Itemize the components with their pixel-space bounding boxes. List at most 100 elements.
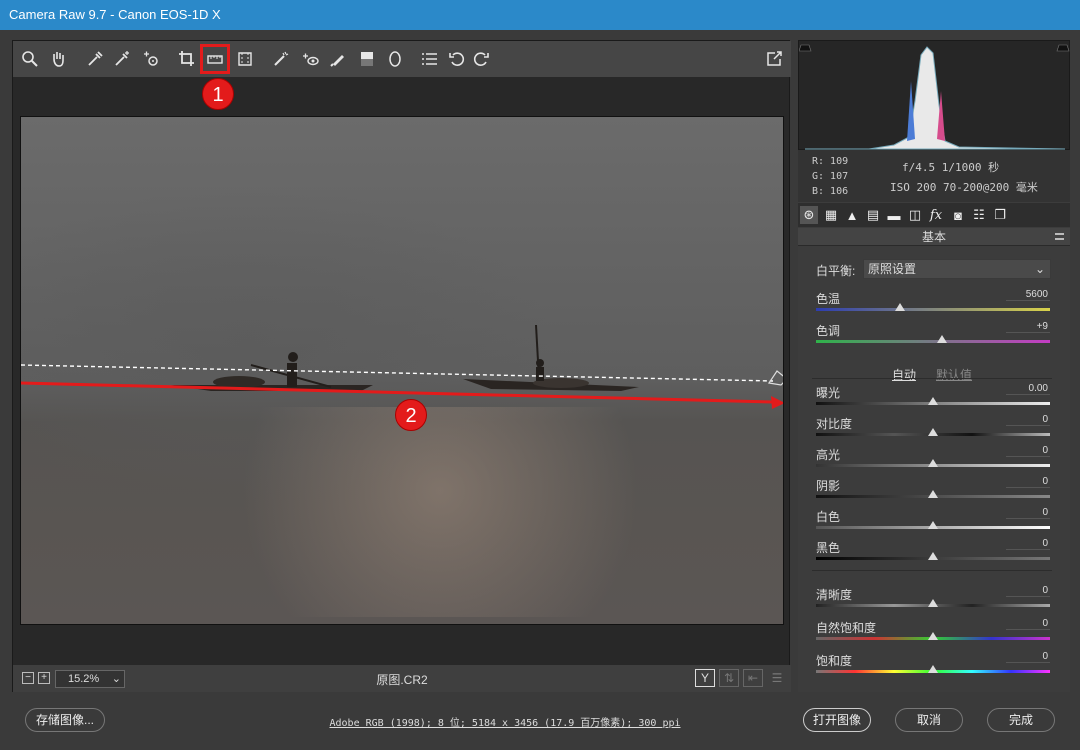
slider-thumb[interactable] (928, 428, 938, 436)
transform-tool-icon[interactable] (233, 47, 257, 71)
spot-removal-tool-icon[interactable] (269, 47, 293, 71)
iso-lens-info: ISO 200 70-200@200 毫米 (890, 181, 1038, 194)
footer: 存储图像... Adobe RGB (1998); 8 位; 5184 x 34… (0, 700, 1080, 750)
tab-tone-curve-icon[interactable]: ▦ (822, 206, 840, 224)
slider-value-field[interactable]: 0 (1006, 414, 1050, 426)
slider-3[interactable]: 对比度 0 (816, 414, 1050, 445)
slider-label: 曝光 (816, 386, 841, 400)
shadow-clipping-warning-icon[interactable] (798, 44, 812, 52)
slider-value-field[interactable]: 0 (1006, 476, 1050, 488)
slider-thumb[interactable] (928, 397, 938, 405)
highlight-clipping-warning-icon[interactable] (1056, 44, 1070, 52)
exposure-info: f/4.5 1/1000 秒 (902, 161, 1000, 174)
bottom-bar: − + 15.2% ⌄ 原图.CR2 Y ⇅ ⇤ ☰ (13, 665, 791, 692)
exif-readout: f/4.5 1/1000 秒 ISO 200 70-200@200 毫米 (880, 158, 1038, 198)
slider-value-field[interactable]: 0.00 (1006, 383, 1050, 395)
boat-right (463, 324, 639, 391)
slider-value-field[interactable]: 0 (1006, 445, 1050, 457)
slider-6[interactable]: 白色 0 (816, 507, 1050, 538)
slider-value-field[interactable]: 0 (1006, 651, 1050, 663)
slider-label: 高光 (816, 448, 841, 462)
crop-tool-icon[interactable] (175, 47, 199, 71)
before-after-view-button[interactable]: Y (695, 669, 715, 687)
slider-value-field[interactable]: 0 (1006, 585, 1050, 597)
slider-thumb[interactable] (928, 599, 938, 607)
tab-camera-calibration-icon[interactable]: ◙ (949, 206, 967, 224)
slider-8[interactable]: 清晰度 0 (816, 585, 1050, 616)
slider-thumb[interactable] (937, 335, 948, 343)
copy-settings-button[interactable]: ⇤ (743, 669, 763, 687)
tab-presets-icon[interactable]: ☷ (970, 206, 988, 224)
white-balance-select[interactable]: 原照设置 ⌄ (863, 259, 1051, 279)
slider-track[interactable] (816, 340, 1050, 343)
adjustment-brush-icon[interactable] (326, 47, 350, 71)
slider-10[interactable]: 饱和度 0 (816, 651, 1050, 682)
open-image-button[interactable]: 打开图像 (803, 708, 871, 732)
tab-hsl-icon[interactable]: ▤ (864, 206, 882, 224)
auto-link[interactable]: 自动 (892, 366, 916, 383)
slider-thumb[interactable] (928, 552, 938, 560)
slider-track[interactable] (816, 308, 1050, 311)
slider-thumb[interactable] (928, 632, 938, 640)
rotate-left-icon[interactable] (445, 47, 469, 71)
slider-thumb[interactable] (928, 665, 938, 673)
slider-thumb[interactable] (895, 303, 906, 311)
default-link[interactable]: 默认值 (936, 366, 972, 383)
red-eye-tool-icon[interactable] (298, 47, 322, 71)
panel-divider (812, 570, 1052, 571)
tab-snapshots-icon[interactable]: ❐ (991, 206, 1009, 224)
color-sampler-tool-icon[interactable] (110, 47, 134, 71)
slider-value-field[interactable]: 0 (1006, 618, 1050, 630)
annotation-arrow-head (771, 396, 783, 409)
panel-menu-icon[interactable] (1055, 233, 1064, 240)
slider-label: 自然饱和度 (816, 621, 877, 635)
slider-4[interactable]: 高光 0 (816, 445, 1050, 476)
rotate-right-icon[interactable] (469, 47, 493, 71)
slider-thumb[interactable] (928, 459, 938, 467)
slider-thumb[interactable] (928, 521, 938, 529)
zoom-tool-icon[interactable] (18, 47, 42, 71)
slider-1[interactable]: 色调 +9 (816, 321, 1050, 352)
slider-0[interactable]: 色温 5600 (816, 289, 1050, 320)
slider-label: 色温 (816, 292, 841, 306)
straighten-tool-icon[interactable] (200, 44, 230, 74)
image-preview[interactable]: 2 (20, 116, 784, 625)
slider-5[interactable]: 阴影 0 (816, 476, 1050, 507)
slider-value-field[interactable]: 0 (1006, 507, 1050, 519)
white-balance-value: 原照设置 (868, 262, 917, 276)
toggle-settings-icon[interactable]: ☰ (767, 669, 787, 687)
slider-9[interactable]: 自然饱和度 0 (816, 618, 1050, 649)
slider-value-field[interactable]: +9 (1006, 321, 1050, 333)
panel-tabs: ⊛ ▦ ▲ ▤ ▬ ◫ fx ◙ ☷ ❐ (798, 203, 1070, 227)
slider-thumb[interactable] (928, 490, 938, 498)
done-button[interactable]: 完成 (987, 708, 1055, 732)
annotation-arrow-line (21, 381, 774, 404)
workspace: 1 2 − + 15.2% ⌄ 原图.CR2 Y ⇅ ⇤ ☰ (12, 40, 791, 692)
tab-detail-icon[interactable]: ▲ (843, 206, 861, 224)
slider-label: 黑色 (816, 541, 841, 555)
slider-value-field[interactable]: 5600 (1006, 289, 1050, 301)
red-value: R: 109 (812, 156, 849, 167)
tab-lens-icon[interactable]: ◫ (906, 206, 924, 224)
slider-2[interactable]: 曝光 0.00 (816, 383, 1050, 414)
slider-7[interactable]: 黑色 0 (816, 538, 1050, 569)
radial-filter-icon[interactable] (383, 47, 407, 71)
slider-value-field[interactable]: 0 (1006, 538, 1050, 550)
straighten-guide-line (21, 364, 774, 382)
toolbar (13, 41, 791, 77)
fullscreen-toggle-icon[interactable] (762, 47, 786, 71)
hand-tool-icon[interactable] (46, 47, 70, 71)
chevron-down-icon: ⌄ (1034, 262, 1045, 276)
tab-split-toning-icon[interactable]: ▬ (885, 206, 903, 224)
preferences-list-icon[interactable] (417, 47, 441, 71)
tab-basic-icon[interactable]: ⊛ (800, 206, 818, 224)
green-value: G: 107 (812, 171, 849, 182)
targeted-adjustment-tool-icon[interactable] (139, 47, 163, 71)
cancel-button[interactable]: 取消 (895, 708, 963, 732)
rgb-readout: R: 109 G: 107 B: 106 (812, 154, 848, 199)
white-balance-tool-icon[interactable] (83, 47, 107, 71)
swap-settings-button[interactable]: ⇅ (719, 669, 739, 687)
graduated-filter-icon[interactable] (355, 47, 379, 71)
tab-effects-icon[interactable]: fx (927, 206, 945, 224)
file-name: 原图.CR2 (376, 673, 428, 687)
